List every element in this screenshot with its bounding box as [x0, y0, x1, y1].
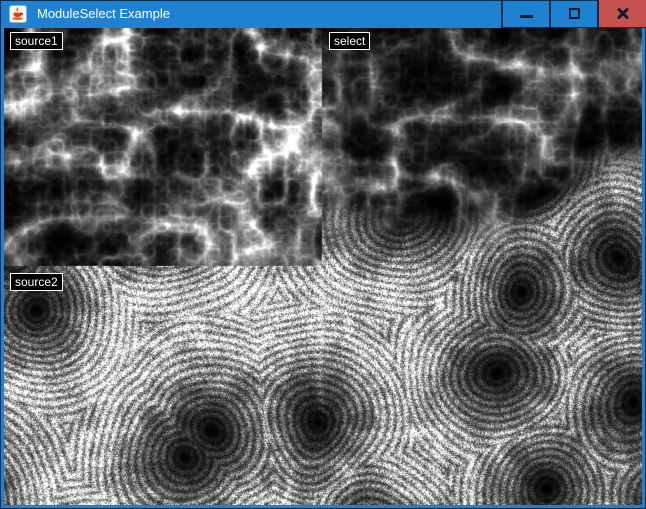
- window-title: ModuleSelect Example: [37, 6, 501, 22]
- close-button[interactable]: [597, 0, 646, 28]
- label-select: select: [329, 32, 370, 50]
- minimize-button[interactable]: [501, 0, 549, 28]
- label-source2: source2: [10, 273, 63, 291]
- app-window: ModuleSelect Example source1 select sour…: [0, 0, 646, 509]
- label-source1: source1: [10, 32, 63, 50]
- maximize-button[interactable]: [549, 0, 597, 28]
- java-coffee-cup-icon-svg: [9, 5, 27, 23]
- titlebar[interactable]: ModuleSelect Example: [0, 0, 646, 28]
- maximize-square-icon: [569, 8, 580, 19]
- java-coffee-cup-icon[interactable]: [9, 5, 27, 23]
- window-controls: [501, 0, 646, 28]
- minimize-dash-icon: [520, 15, 533, 18]
- close-x-icon: [616, 7, 630, 21]
- noise-render-canvas: [4, 28, 642, 505]
- render-viewport: source1 select source2: [4, 28, 642, 505]
